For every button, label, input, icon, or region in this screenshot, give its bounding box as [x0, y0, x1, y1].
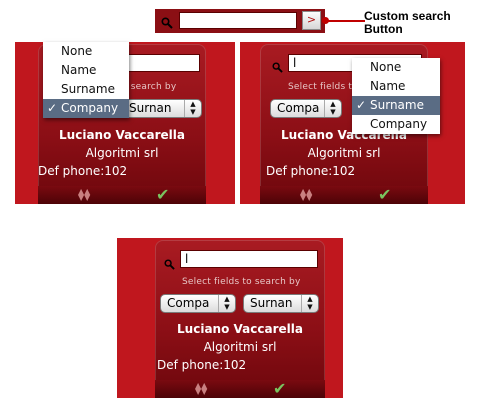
bottom-hint: Select fields to search by [182, 277, 301, 287]
contact-name: Luciano Vaccarella [177, 322, 303, 336]
left-screen: o search by Surnan ▲ ▼ Luciano Vaccarella… [15, 42, 235, 204]
dots-icon[interactable]: ▲▲ ▼▼ [300, 188, 312, 202]
bottom-select-1-value: Compa [167, 296, 210, 310]
search-icon [272, 58, 283, 77]
right-field-menu: None Name ✓ Surname Company [352, 58, 440, 134]
contact-name: Luciano Vaccarella [59, 128, 185, 142]
search-icon [164, 255, 175, 274]
confirm-check-icon[interactable]: ✔ [378, 187, 391, 203]
check-icon: ✓ [47, 101, 58, 115]
menu-option-surname[interactable]: ✓ Surname [352, 96, 440, 115]
bottom-bottom-bar: ▲▲ ▼▼ ✔ [155, 380, 325, 398]
menu-option-name[interactable]: Name [43, 61, 129, 80]
bottom-screen: l Select fields to search by Compa ▲ ▼ Su… [117, 238, 343, 398]
left-field-menu: None Name Surname ✓ Company [43, 42, 129, 118]
left-bottom-bar: ▲▲ ▼▼ ✔ [38, 186, 206, 204]
callout-label: Custom search Button [364, 9, 451, 36]
left-search-input[interactable] [120, 54, 200, 72]
top-search-input[interactable] [179, 12, 297, 29]
contact-phone: Def phone:102 [38, 164, 128, 178]
bottom-field-select-2[interactable]: Surnan ▲ ▼ [243, 294, 319, 313]
search-icon [161, 14, 173, 33]
updown-icon: ▲ ▼ [184, 100, 201, 117]
left-select-2-value: Surnan [129, 101, 172, 115]
bottom-select-2-value: Surnan [250, 296, 293, 310]
right-bottom-bar: ▲▲ ▼▼ ✔ [260, 186, 428, 204]
bottom-panel: l Select fields to search by Compa ▲ ▼ Su… [155, 240, 325, 398]
updown-icon: ▲ ▼ [301, 295, 318, 312]
left-hint: o search by [122, 82, 177, 92]
top-search-bar: > [155, 9, 325, 33]
menu-option-company[interactable]: ✓ Company [43, 99, 129, 118]
callout-line [325, 20, 365, 22]
contact-company: Algoritmi srl [307, 146, 381, 160]
updown-icon: ▲ ▼ [324, 100, 341, 117]
menu-option-name[interactable]: Name [352, 77, 440, 96]
updown-icon: ▲ ▼ [218, 295, 235, 312]
contact-phone: Def phone:102 [157, 358, 247, 372]
menu-option-none[interactable]: None [43, 42, 129, 61]
left-field-select-2[interactable]: Surnan ▲ ▼ [122, 99, 202, 118]
check-icon: ✓ [356, 98, 367, 112]
dots-icon[interactable]: ▲▲ ▼▼ [195, 382, 207, 396]
dots-icon[interactable]: ▲▲ ▼▼ [78, 188, 90, 202]
right-hint: Select fields t [288, 82, 353, 92]
contact-phone: Def phone:102 [266, 164, 356, 178]
menu-option-surname[interactable]: Surname [43, 80, 129, 99]
right-screen: l Select fields t Compa ▲ ▼ Luciano Vacca… [240, 42, 465, 204]
menu-option-none[interactable]: None [352, 58, 440, 77]
right-field-select-1[interactable]: Compa ▲ ▼ [270, 99, 342, 118]
confirm-check-icon[interactable]: ✔ [273, 381, 286, 397]
contact-company: Algoritmi srl [85, 146, 159, 160]
contact-company: Algoritmi srl [203, 340, 277, 354]
confirm-check-icon[interactable]: ✔ [156, 187, 169, 203]
bottom-search-input[interactable]: l [180, 250, 318, 268]
bottom-field-select-1[interactable]: Compa ▲ ▼ [160, 294, 236, 313]
right-select-1-value: Compa [277, 101, 320, 115]
menu-option-company[interactable]: Company [352, 115, 440, 134]
custom-search-button[interactable]: > [302, 11, 321, 30]
